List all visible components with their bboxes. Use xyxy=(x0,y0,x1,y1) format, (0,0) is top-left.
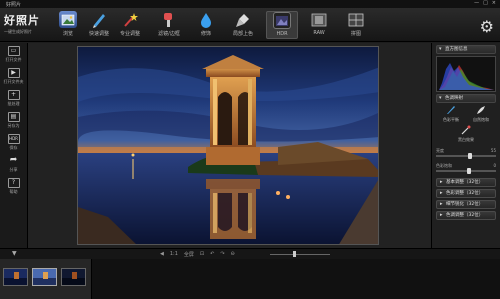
maximize-button[interactable]: □ xyxy=(483,0,488,6)
image-icon xyxy=(59,11,77,28)
filmstrip xyxy=(0,259,500,299)
window-title: 好照片 xyxy=(6,2,22,8)
sidebar-item-share[interactable]: ➦ 分享 xyxy=(0,156,27,175)
left-sidebar: ▭ 打开文件 ▶ 打开文件夹 + 批处理 ▤ 另存为 HDR 保存 ➦ 分享 ?… xyxy=(0,43,28,248)
main-toolbar: 好照片 一键生成好照片 浏览 快速调整 专业调整 滤镜/边框 修饰 局部上色 H… xyxy=(0,8,500,42)
tool-raw[interactable]: RAW xyxy=(303,11,335,39)
slider-knob[interactable] xyxy=(466,168,471,174)
fullscreen-button[interactable]: 全屏 xyxy=(184,251,194,258)
minimize-button[interactable]: — xyxy=(474,0,479,6)
effect-color-balance[interactable]: 色彩平衡 xyxy=(437,105,465,123)
batch-icon: + xyxy=(7,90,20,100)
rotate-right-button[interactable]: ↷ xyxy=(220,251,224,258)
zoom-slider[interactable] xyxy=(270,254,330,255)
actual-size-button[interactable]: 1:1 xyxy=(170,251,178,258)
brush-icon xyxy=(160,11,178,28)
tone-adjust-button[interactable]: 色调调整（32位） xyxy=(436,211,496,220)
sidebar-item-save[interactable]: HDR 保存 xyxy=(0,134,27,153)
drop-icon xyxy=(197,11,215,28)
tool-hdr[interactable]: HDR xyxy=(266,11,298,39)
histogram-header[interactable]: 直方图信息 xyxy=(436,45,496,54)
tone-mapping-header[interactable]: 色调映射 xyxy=(436,94,496,103)
thumbnail[interactable] xyxy=(3,268,28,286)
tool-local-color[interactable]: 局部上色 xyxy=(227,11,259,39)
color-adjust-button[interactable]: 色彩调整（32位） xyxy=(436,189,496,198)
film-icon xyxy=(310,11,328,28)
sidebar-item-save-as[interactable]: ▤ 另存为 xyxy=(0,112,27,131)
sidebar-item-open-folder[interactable]: ▶ 打开文件夹 xyxy=(0,68,27,87)
title-bar: 好照片 — □ × xyxy=(0,0,500,8)
wand-icon xyxy=(121,11,139,28)
image-canvas[interactable] xyxy=(28,43,431,248)
collage-icon xyxy=(347,11,365,28)
hdr-save-icon: HDR xyxy=(7,134,20,144)
saturation-slider[interactable]: 色彩饱和 0 xyxy=(436,163,496,175)
brush-icon xyxy=(452,125,480,137)
feather-icon xyxy=(467,105,495,117)
prev-button[interactable]: ◀ xyxy=(160,251,164,258)
close-button[interactable]: × xyxy=(492,0,496,6)
thumbnail-selected[interactable] xyxy=(32,268,57,286)
rotate-left-button[interactable]: ↶ xyxy=(210,251,214,258)
effect-natural-saturation[interactable]: 自然饱和 xyxy=(467,105,495,123)
zoom-slider-knob[interactable] xyxy=(292,251,296,257)
histogram xyxy=(436,56,496,92)
hdr-icon xyxy=(273,12,291,29)
settings-gear-icon[interactable]: ⚙ xyxy=(480,17,494,36)
effects-grid: 色彩平衡 自然饱和 黑白效果 xyxy=(436,105,496,145)
right-panel: 直方图信息 色调映射 色彩平衡 自然饱和 黑白效果 亮度 xyxy=(431,43,500,248)
share-icon: ➦ xyxy=(9,155,18,165)
folder-play-icon: ▶ xyxy=(7,68,20,78)
tool-filter-frame[interactable]: 滤镜/边框 xyxy=(153,11,185,39)
expand-filmstrip-icon[interactable]: ▼ xyxy=(12,250,17,257)
file-icon: ▭ xyxy=(7,46,20,56)
sidebar-item-batch[interactable]: + 批处理 xyxy=(0,90,27,109)
thumbnail[interactable] xyxy=(61,268,86,286)
window-controls: — □ × xyxy=(474,0,496,6)
pen-icon xyxy=(90,11,108,28)
logo-text: 好照片 xyxy=(4,14,40,27)
view-controls: ◀ 1:1 全屏 ⊡ ↶ ↷ ⊖ xyxy=(160,251,235,258)
brightness-slider[interactable]: 亮度 55 xyxy=(436,148,496,160)
filmstrip-panel xyxy=(0,259,92,299)
logo-tagline: 一键生成好照片 xyxy=(4,29,32,34)
tool-collage[interactable]: 拼图 xyxy=(340,11,372,39)
zoom-out-button[interactable]: ⊖ xyxy=(231,251,235,258)
tool-retouch[interactable]: 修饰 xyxy=(190,11,222,39)
app-logo: 好照片 一键生成好照片 xyxy=(4,12,48,38)
save-as-icon: ▤ xyxy=(7,112,20,122)
bottom-toolbar: ▼ ◀ 1:1 全屏 ⊡ ↶ ↷ ⊖ xyxy=(0,248,500,259)
detail-sharpen-button[interactable]: 细节锐化（32位） xyxy=(436,200,496,209)
tool-quick-adjust[interactable]: 快速调整 xyxy=(83,11,115,39)
tool-browse[interactable]: 浏览 xyxy=(52,11,84,39)
sidebar-item-open-file[interactable]: ▭ 打开文件 xyxy=(0,46,27,65)
spray-icon xyxy=(234,11,252,28)
basic-adjust-button[interactable]: 基本调整（32位） xyxy=(436,178,496,187)
tool-pro-adjust[interactable]: 专业调整 xyxy=(114,11,146,39)
effect-black-white[interactable]: 黑白效果 xyxy=(452,125,480,143)
slider-knob[interactable] xyxy=(468,153,473,159)
pen-icon xyxy=(437,105,465,117)
hdr-photo xyxy=(77,46,379,245)
help-icon: ? xyxy=(7,178,20,188)
sidebar-item-help[interactable]: ? 帮助 xyxy=(0,178,27,197)
fit-button[interactable]: ⊡ xyxy=(200,251,204,258)
